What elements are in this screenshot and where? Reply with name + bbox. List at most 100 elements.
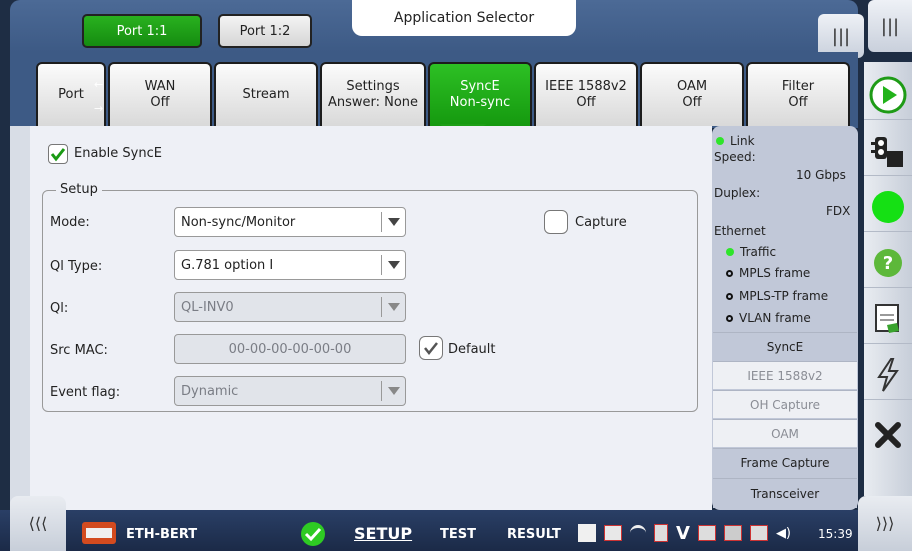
ql-value: QL-INV0	[181, 299, 234, 315]
capture-label: Capture	[575, 215, 627, 230]
ql-label: Ql:	[50, 301, 69, 316]
default-label: Default	[448, 342, 496, 357]
power-icon	[578, 524, 596, 542]
tab-label: Settings	[346, 79, 400, 94]
button-label: Frame Capture	[740, 455, 830, 470]
mode-value: Non-sync/Monitor	[181, 214, 296, 230]
check-icon	[424, 342, 438, 356]
help-icon[interactable]: ?	[864, 238, 912, 288]
button-label: IEEE 1588v2	[747, 368, 823, 383]
application-selector-label: Application Selector	[393, 10, 535, 26]
tab-status: Off	[788, 95, 808, 110]
default-checkbox[interactable]	[419, 336, 443, 360]
status-dot-icon	[726, 314, 733, 322]
arrow-right-icon: →	[94, 102, 104, 115]
button-label: Transceiver	[750, 486, 820, 501]
tab-stream[interactable]: Stream	[214, 62, 318, 126]
left-strip	[10, 126, 30, 510]
tab-label: OAM	[676, 79, 708, 94]
traffic-status: Traffic	[726, 245, 776, 259]
svg-text:?: ?	[883, 253, 893, 274]
duplex-label: Duplex:	[714, 186, 761, 200]
app-name: ETH-BERT	[126, 527, 198, 542]
v-icon: V	[676, 522, 690, 544]
tab-label: SyncE	[460, 79, 500, 94]
oam-button[interactable]: OAM	[713, 419, 857, 447]
port-tab-label: Port 1:1	[116, 23, 168, 39]
transceiver-button[interactable]: Transceiver	[713, 478, 857, 508]
application-selector-button[interactable]: Application Selector	[352, 0, 576, 36]
tab-synce[interactable]: SyncE Non-sync	[428, 62, 532, 126]
ethernet-label: Ethernet	[714, 224, 766, 238]
vlan-frame-status: VLAN frame	[726, 311, 811, 325]
enable-synce-label: Enable SyncE	[74, 146, 162, 161]
tab-wan[interactable]: WAN Off	[108, 62, 212, 126]
tab-label: IEEE 1588v2	[545, 79, 627, 94]
tab-oam[interactable]: OAM Off	[640, 62, 744, 126]
tab-filter[interactable]: Filter Off	[746, 62, 850, 126]
src-mac-label: Src MAC:	[50, 343, 108, 358]
module-icon	[82, 522, 116, 544]
event-flag-value: Dynamic	[181, 383, 239, 399]
port-tab-label: Port 1:2	[239, 23, 291, 39]
camera-icon	[604, 525, 622, 541]
collapse-left-icon[interactable]: ⟨⟨⟨	[10, 496, 66, 551]
status-item-label: Traffic	[740, 245, 777, 259]
tab-label: Filter	[781, 79, 815, 94]
tab-settings[interactable]: Settings Answer: None	[320, 62, 426, 126]
status-dot-icon	[726, 292, 733, 300]
status-item-label: MPLS-TP frame	[739, 289, 829, 303]
tab-status: Off	[576, 95, 596, 110]
tab-label: Port	[58, 87, 84, 102]
capture-checkbox[interactable]	[544, 210, 568, 234]
error-insert-icon[interactable]	[864, 350, 912, 400]
volume-icon: ◀)	[775, 525, 792, 541]
speed-label: Speed:	[714, 150, 756, 164]
expand-right-icon[interactable]: ⟩⟩⟩	[858, 496, 912, 551]
nav-setup[interactable]: SETUP	[354, 524, 412, 543]
status-led-icon	[726, 248, 734, 256]
mpls-frame-status: MPLS frame	[726, 266, 810, 280]
play-icon[interactable]	[864, 70, 912, 120]
clock: 15:39	[818, 527, 853, 541]
report-icon[interactable]	[864, 294, 912, 344]
nav-test[interactable]: TEST	[440, 527, 476, 542]
ql-type-value: G.781 option I	[181, 257, 274, 273]
tab-label: WAN	[144, 79, 176, 94]
port-tab-1-1[interactable]: Port 1:1	[82, 14, 202, 48]
status-led-icon	[716, 137, 724, 145]
event-flag-select: Dynamic	[174, 376, 406, 406]
ieee-1588v2-button[interactable]: IEEE 1588v2	[713, 361, 857, 389]
tab-ieee-1588v2[interactable]: IEEE 1588v2 Off	[534, 62, 638, 126]
status-item-label: MPLS frame	[739, 266, 811, 280]
wifi-icon	[630, 525, 646, 541]
mode-select[interactable]: Non-sync/Monitor	[174, 207, 406, 237]
mpls-tp-frame-status: MPLS-TP frame	[726, 289, 828, 303]
enable-synce-checkbox[interactable]	[48, 144, 68, 164]
screen-icon	[697, 525, 716, 541]
status-icons: V ◀)	[578, 522, 814, 544]
button-label: SyncE	[766, 339, 804, 354]
tab-port[interactable]: Port	[36, 62, 106, 126]
synce-button[interactable]: SyncE	[713, 332, 857, 360]
button-label: OH Capture	[750, 397, 820, 412]
status-item-label: VLAN frame	[739, 311, 811, 325]
port-tab-1-2[interactable]: Port 1:2	[218, 14, 312, 48]
pass-check-icon	[300, 521, 326, 551]
speed-value: 10 Gbps	[796, 168, 846, 182]
chevron-down-icon	[381, 297, 405, 317]
ql-select: QL-INV0	[174, 292, 406, 322]
close-icon[interactable]	[864, 410, 912, 460]
ql-type-select[interactable]: G.781 option I	[174, 250, 406, 280]
frame-capture-button[interactable]: Frame Capture	[713, 448, 857, 476]
bluetooth-icon	[654, 524, 668, 542]
nav-result[interactable]: RESULT	[507, 527, 561, 542]
network-icon	[723, 525, 742, 541]
event-flag-label: Event flag:	[50, 385, 121, 400]
menu-icon[interactable]: |||	[868, 0, 912, 52]
oh-capture-button[interactable]: OH Capture	[713, 390, 857, 418]
chevron-down-icon	[381, 381, 405, 401]
traffic-light-icon[interactable]	[864, 126, 912, 176]
tab-status: Off	[150, 95, 170, 110]
button-label: OAM	[771, 426, 799, 441]
